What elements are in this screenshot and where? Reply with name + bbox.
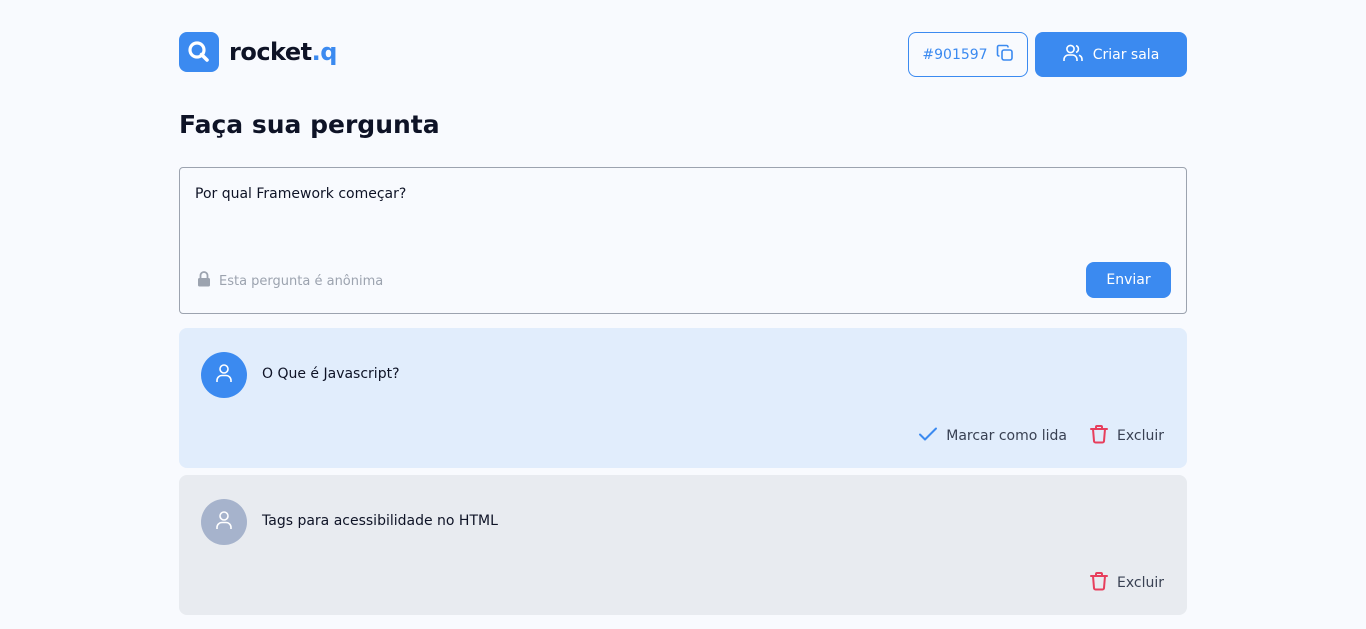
create-room-label: Criar sala	[1092, 46, 1160, 63]
page-title: Faça sua pergunta	[179, 110, 440, 139]
trash-icon	[1089, 424, 1109, 448]
delete-label: Excluir	[1117, 428, 1164, 444]
avatar	[201, 499, 247, 545]
question-text: Tags para acessibilidade no HTML	[262, 513, 498, 529]
logo-text-main: rocket	[229, 38, 312, 66]
search-icon	[179, 32, 219, 72]
logo[interactable]: rocket.q	[179, 32, 337, 72]
question-input[interactable]: Por qual Framework começar?	[195, 186, 1155, 246]
copy-icon	[996, 44, 1014, 66]
header: rocket.q #901597 Criar sala	[179, 32, 1187, 77]
users-icon	[1062, 44, 1083, 66]
room-code-button[interactable]: #901597	[908, 32, 1028, 77]
avatar	[201, 352, 247, 398]
delete-button[interactable]: Excluir	[1089, 571, 1164, 595]
create-room-button[interactable]: Criar sala	[1035, 32, 1187, 77]
user-icon	[214, 363, 234, 387]
delete-button[interactable]: Excluir	[1089, 424, 1164, 448]
user-icon	[214, 510, 234, 534]
question-card: O Que é Javascript? Marcar como lida Exc…	[179, 328, 1187, 468]
delete-label: Excluir	[1117, 575, 1164, 591]
send-button[interactable]: Enviar	[1086, 262, 1171, 298]
question-form: Por qual Framework começar? Esta pergunt…	[179, 167, 1187, 314]
question-actions: Marcar como lida Excluir	[918, 424, 1164, 448]
room-code-label: #901597	[922, 46, 988, 63]
anonymous-note: Esta pergunta é anônima	[197, 271, 383, 291]
mark-read-button[interactable]: Marcar como lida	[918, 426, 1067, 446]
question-card: Tags para acessibilidade no HTML Excluir	[179, 475, 1187, 615]
lock-icon	[197, 271, 211, 291]
check-icon	[918, 426, 938, 446]
anonymous-note-text: Esta pergunta é anônima	[219, 273, 384, 289]
trash-icon	[1089, 571, 1109, 595]
logo-text-dot: .q	[311, 38, 338, 66]
mark-read-label: Marcar como lida	[946, 428, 1067, 444]
question-actions: Excluir	[1089, 571, 1164, 595]
logo-text: rocket.q	[229, 38, 337, 66]
question-text: O Que é Javascript?	[262, 366, 400, 382]
